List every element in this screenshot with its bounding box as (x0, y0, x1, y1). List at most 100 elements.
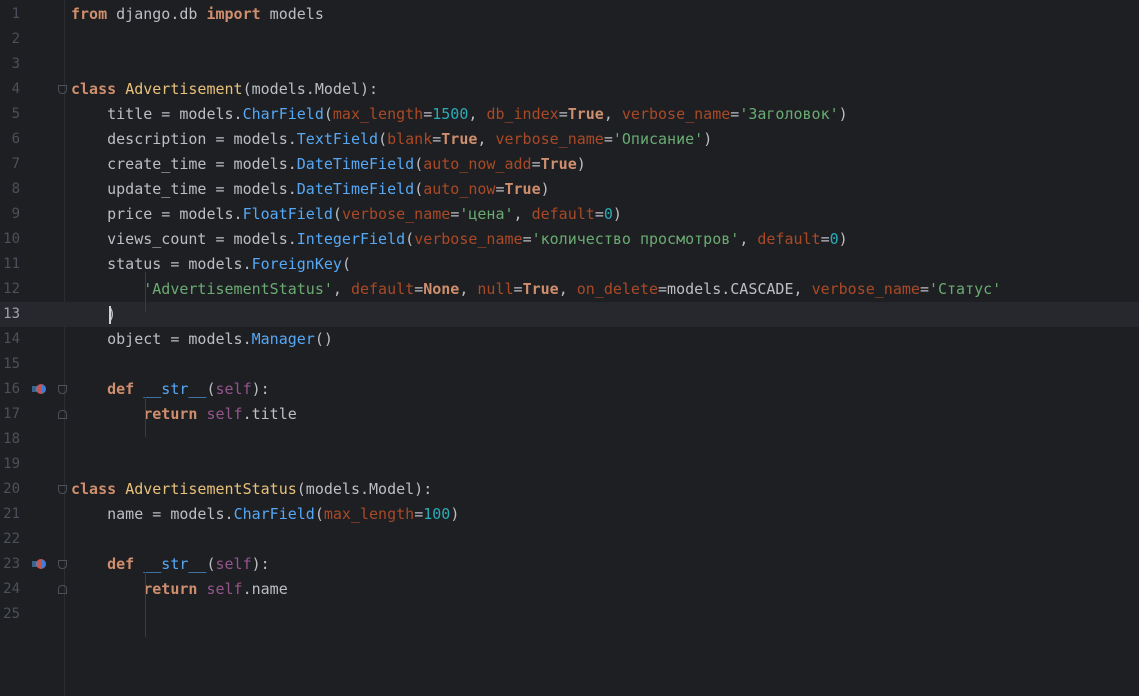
code-line[interactable]: 5 title = models.CharField(max_length=15… (0, 102, 1139, 127)
code-text[interactable]: def __str__(self): (71, 377, 270, 402)
code-token: ( (405, 230, 415, 248)
code-line[interactable]: 15 (0, 352, 1139, 377)
code-line[interactable]: 13 ) (0, 302, 1139, 327)
line-number: 6 (11, 131, 20, 147)
code-line[interactable]: 2 (0, 27, 1139, 52)
code-token: , (477, 130, 496, 148)
code-line[interactable]: 8 update_time = models.DateTimeField(aut… (0, 177, 1139, 202)
code-line[interactable]: 24 return self.name (0, 577, 1139, 602)
code-token: ( (323, 105, 333, 123)
code-token: None (423, 280, 460, 298)
code-line[interactable]: 7 create_time = models.DateTimeField(aut… (0, 152, 1139, 177)
code-token: django.db (107, 5, 207, 23)
code-token: on_delete (576, 280, 659, 298)
code-line[interactable]: 3 (0, 52, 1139, 77)
code-line[interactable]: 11 status = models.ForeignKey( (0, 252, 1139, 277)
code-token: db_index (486, 105, 559, 123)
code-line[interactable]: 16 def __str__(self): (0, 377, 1139, 402)
code-line[interactable]: 19 (0, 452, 1139, 477)
code-text[interactable]: from django.db import models (71, 2, 324, 27)
code-line[interactable]: 22 (0, 527, 1139, 552)
code-token: ( (378, 130, 388, 148)
code-token: True (567, 105, 604, 123)
code-text[interactable]: status = models.ForeignKey( (71, 252, 351, 277)
code-line[interactable]: 9 price = models.FloatField(verbose_name… (0, 202, 1139, 227)
code-token: ( (414, 180, 424, 198)
code-line[interactable]: 25 (0, 602, 1139, 627)
code-line[interactable]: 18 (0, 427, 1139, 452)
code-line[interactable]: 10 views_count = models.IntegerField(ver… (0, 227, 1139, 252)
code-text[interactable]: title = models.CharField(max_length=1500… (71, 102, 848, 127)
code-token: ForeignKey (251, 255, 342, 273)
fold-open-icon[interactable] (58, 85, 67, 94)
code-line[interactable]: 14 object = models.Manager() (0, 327, 1139, 352)
code-token: class (71, 480, 117, 498)
code-line[interactable]: 17 return self.title (0, 402, 1139, 427)
override-method-icon[interactable] (31, 382, 47, 396)
code-text[interactable]: create_time = models.DateTimeField(auto_… (71, 152, 586, 177)
code-line[interactable]: 23 def __str__(self): (0, 552, 1139, 577)
code-text[interactable]: name = models.CharField(max_length=100) (71, 502, 459, 527)
line-number: 21 (3, 506, 20, 522)
code-token: DateTimeField (296, 155, 415, 173)
code-token: ( (206, 555, 216, 573)
line-number: 20 (3, 481, 20, 497)
code-text[interactable]: update_time = models.DateTimeField(auto_… (71, 177, 550, 202)
code-token: 0 (829, 230, 839, 248)
line-number: 16 (3, 381, 20, 397)
code-line[interactable]: 1 from django.db import models (0, 2, 1139, 27)
code-line[interactable]: 6 description = models.TextField(blank=T… (0, 127, 1139, 152)
code-token: __str__ (143, 380, 207, 398)
code-line[interactable]: 21 name = models.CharField(max_length=10… (0, 502, 1139, 527)
code-text[interactable]: class Advertisement(models.Model): (71, 77, 378, 102)
code-token: self (206, 580, 243, 598)
code-token: import (206, 5, 261, 23)
override-method-icon[interactable] (31, 557, 47, 571)
line-number: 10 (3, 231, 20, 247)
line-number: 5 (11, 106, 20, 122)
fold-open-icon[interactable] (58, 385, 67, 394)
line-number: 18 (3, 431, 20, 447)
fold-close-icon[interactable] (58, 585, 67, 594)
code-line[interactable]: 12 'AdvertisementStatus', default=None, … (0, 277, 1139, 302)
code-token: True (522, 280, 559, 298)
code-token: = (414, 280, 424, 298)
code-text[interactable]: description = models.TextField(blank=Tru… (71, 127, 712, 152)
code-token: = (522, 230, 532, 248)
code-token: create_time = models. (71, 155, 297, 173)
code-editor[interactable]: 1 from django.db import models 2 3 4 class Ad… (0, 0, 1139, 696)
fold-close-icon[interactable] (58, 410, 67, 419)
code-token: = (919, 280, 929, 298)
code-token: = (495, 180, 505, 198)
code-text[interactable]: return self.name (71, 577, 288, 602)
line-number: 24 (3, 581, 20, 597)
code-text[interactable]: class AdvertisementStatus(models.Model): (71, 477, 432, 502)
code-token: ) (576, 155, 586, 173)
code-token: ) (838, 105, 848, 123)
code-token: self (215, 555, 252, 573)
code-token: ( (314, 505, 324, 523)
code-text[interactable]: price = models.FloatField(verbose_name='… (71, 202, 622, 227)
code-text[interactable]: def __str__(self): (71, 552, 270, 577)
code-text[interactable]: views_count = models.IntegerField(verbos… (71, 227, 848, 252)
code-token: title = models. (71, 105, 243, 123)
code-token: def (107, 555, 135, 573)
code-token: class (71, 80, 117, 98)
code-token: 100 (423, 505, 451, 523)
fold-open-icon[interactable] (58, 560, 67, 569)
code-text[interactable]: 'AdvertisementStatus', default=None, nul… (71, 277, 1001, 302)
code-line[interactable]: 20 class AdvertisementStatus(models.Model… (0, 477, 1139, 502)
fold-open-icon[interactable] (58, 485, 67, 494)
line-number: 12 (3, 281, 20, 297)
code-token: = (603, 130, 613, 148)
code-token: ( (414, 155, 424, 173)
code-text[interactable]: return self.title (71, 402, 297, 427)
code-text[interactable]: object = models.Manager() (71, 327, 333, 352)
code-line[interactable]: 4 class Advertisement(models.Model): (0, 77, 1139, 102)
code-token: 'AdvertisementStatus' (143, 280, 333, 298)
